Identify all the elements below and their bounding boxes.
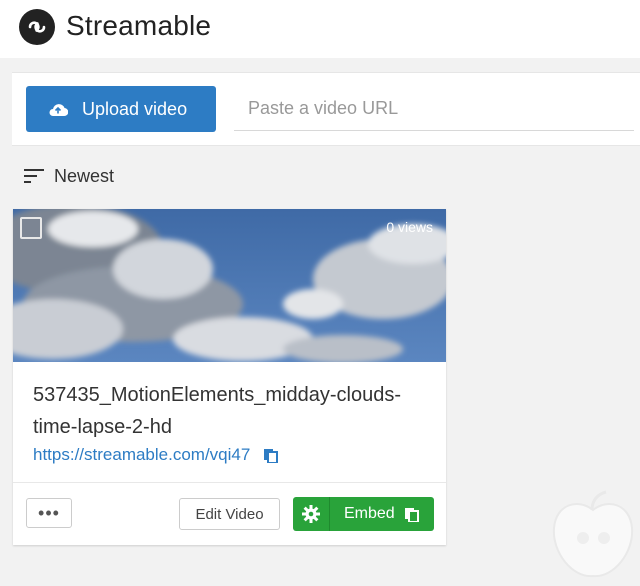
sky-clouds-image xyxy=(13,209,446,362)
gear-icon xyxy=(302,505,320,523)
card-divider xyxy=(13,482,446,483)
embed-label: Embed xyxy=(344,505,395,522)
cloud-upload-icon xyxy=(49,104,68,117)
video-link-row: https://streamable.com/vqi47 xyxy=(33,445,279,465)
sort-lines-icon xyxy=(24,169,44,183)
video-link[interactable]: https://streamable.com/vqi47 xyxy=(33,445,250,465)
video-title: 537435_MotionElements_midday-clouds-time… xyxy=(33,384,401,438)
copy-embed-icon xyxy=(404,508,419,522)
video-thumbnail[interactable]: 0 views xyxy=(13,209,446,362)
copy-link-icon[interactable] xyxy=(264,447,279,463)
upload-panel: Upload video xyxy=(12,72,640,146)
brand-name[interactable]: Streamable xyxy=(66,10,211,42)
embed-button[interactable]: Embed xyxy=(293,497,434,531)
edit-video-button[interactable]: Edit Video xyxy=(179,498,280,530)
video-card: 0 views 537435_MotionElements_midday-clo… xyxy=(13,209,446,545)
upload-video-button[interactable]: Upload video xyxy=(26,86,216,132)
sort-control[interactable]: Newest xyxy=(24,164,114,188)
top-header: Streamable xyxy=(0,0,640,58)
video-url-input[interactable] xyxy=(234,87,634,131)
more-options-button[interactable]: ••• xyxy=(26,498,72,528)
embed-settings-gear[interactable] xyxy=(293,497,330,531)
infinity-logo-icon[interactable] xyxy=(19,9,55,45)
upload-video-label: Upload video xyxy=(82,98,188,119)
apple-watermark-icon xyxy=(552,490,634,578)
view-count: 0 views xyxy=(386,219,433,235)
sort-label: Newest xyxy=(54,165,115,186)
select-checkbox[interactable] xyxy=(20,217,42,239)
